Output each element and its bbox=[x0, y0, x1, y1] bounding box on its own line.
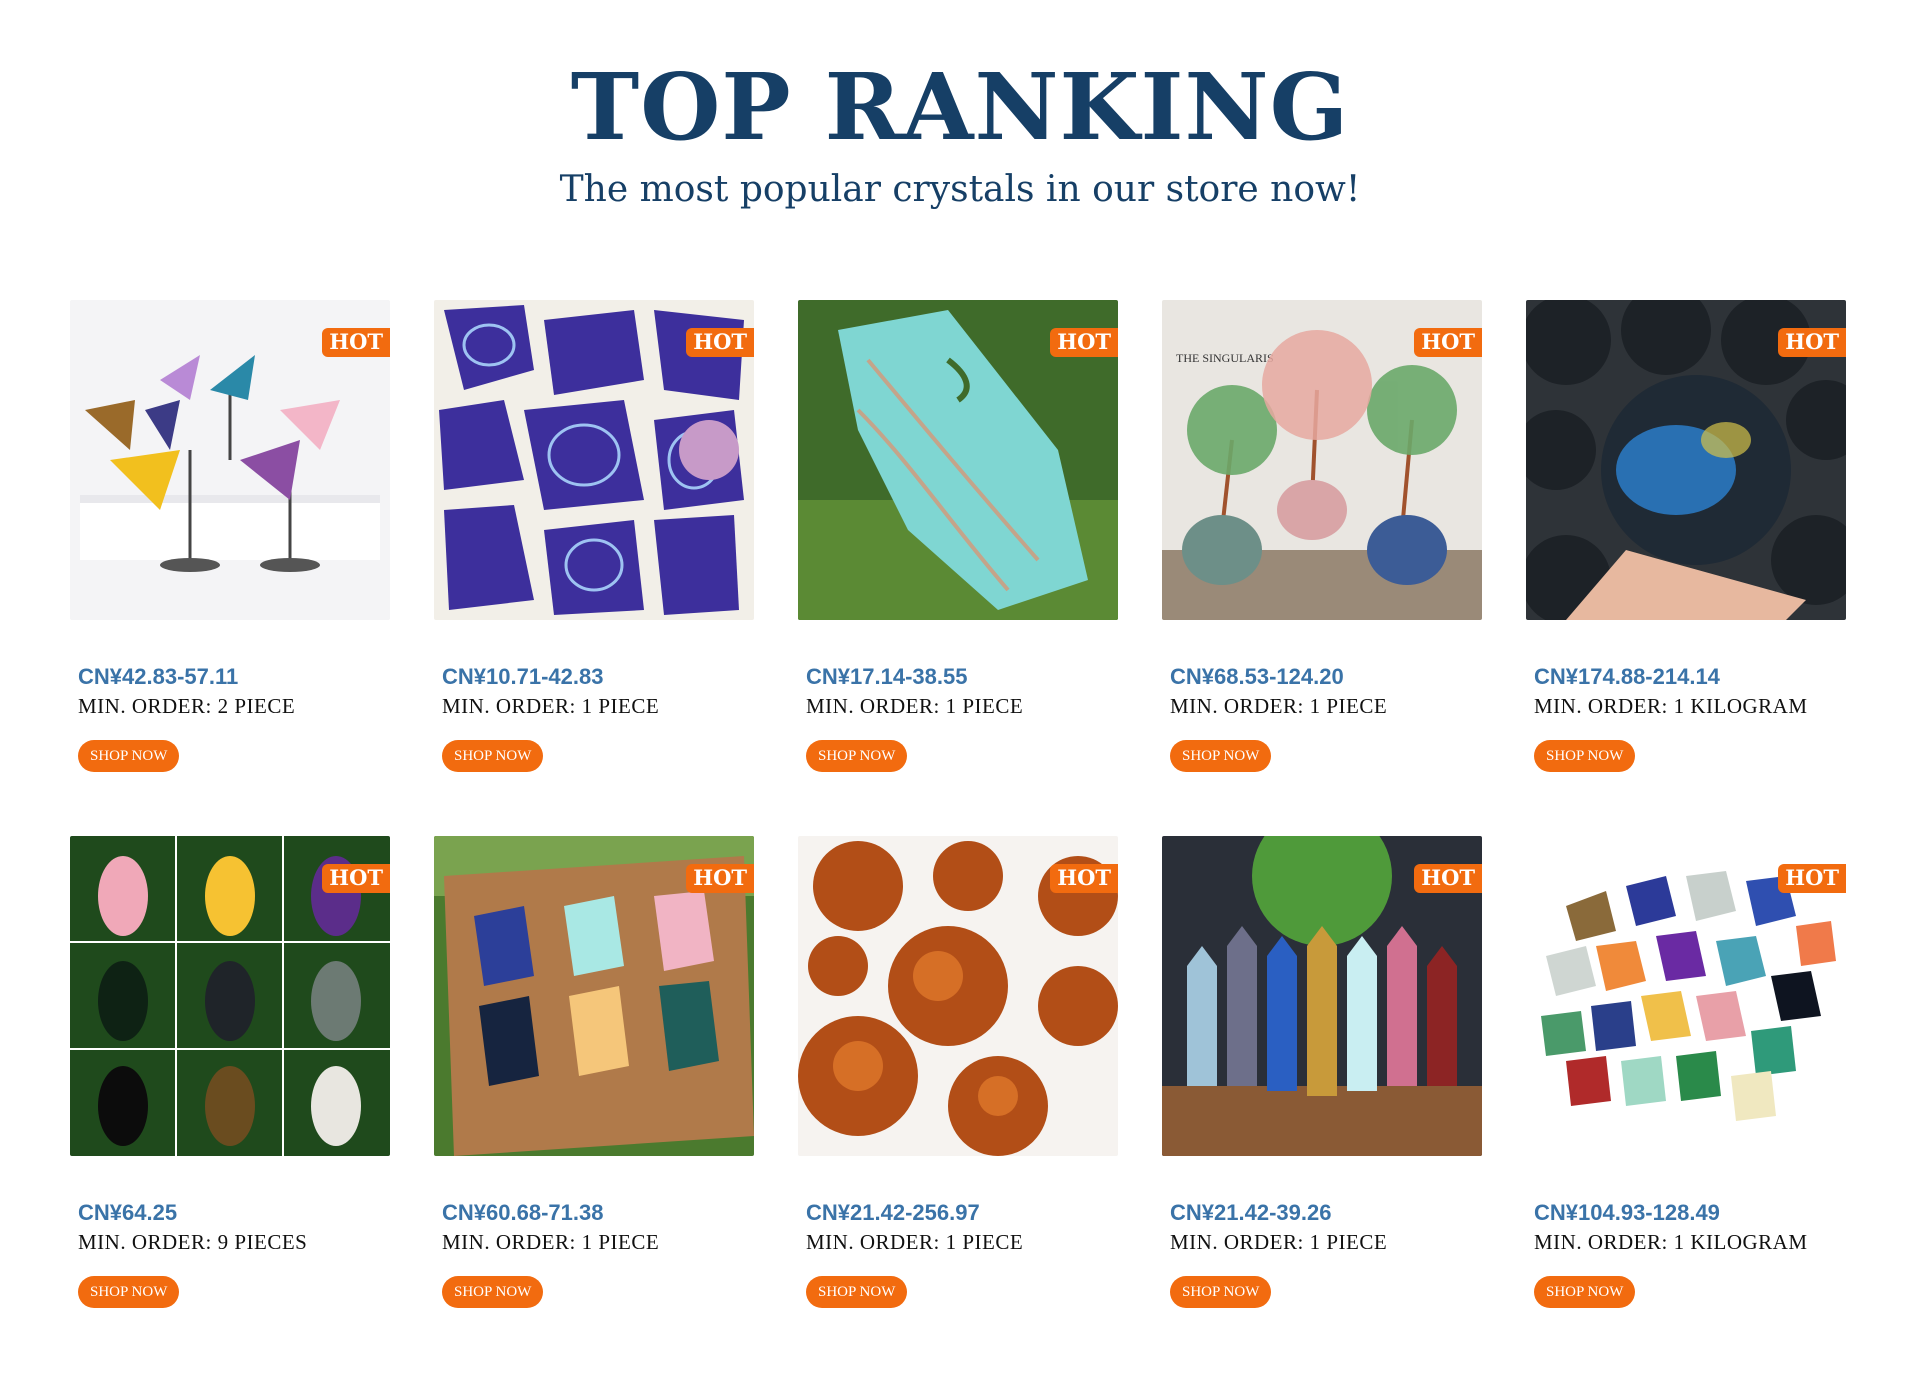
shop-now-button[interactable]: SHOP NOW bbox=[78, 740, 180, 772]
shop-now-button[interactable]: SHOP NOW bbox=[806, 740, 908, 772]
min-order: MIN. ORDER: 1 KILOGRAM bbox=[1534, 1230, 1808, 1254]
shop-now-button[interactable]: SHOP NOW bbox=[78, 1276, 180, 1308]
shop-now-button[interactable]: SHOP NOW bbox=[1534, 740, 1636, 772]
product-image-blue-aragonite[interactable]: HOT bbox=[798, 300, 1118, 620]
product-grid: HOT CN¥42.83-57.11 MIN. ORDER: 2 PIECE S… bbox=[70, 300, 1870, 1340]
product-card[interactable]: HOT CN¥10.71-42.83 MIN. ORDER: 1 PIECE S… bbox=[434, 300, 754, 836]
product-card[interactable]: HOT CN¥174.88-214.14 MIN. ORDER: 1 KILOG… bbox=[1526, 300, 1846, 836]
product-price: CN¥10.71-42.83 bbox=[442, 664, 604, 689]
product-price: CN¥104.93-128.49 bbox=[1534, 1200, 1720, 1225]
product-price: CN¥174.88-214.14 bbox=[1534, 664, 1720, 689]
product-image-aragonite-clusters[interactable]: HOT bbox=[798, 836, 1118, 1156]
hot-badge: HOT bbox=[1050, 864, 1118, 893]
product-image-rough-crystals[interactable]: HOT bbox=[1526, 836, 1846, 1156]
min-order: MIN. ORDER: 1 PIECE bbox=[1170, 694, 1388, 718]
product-card[interactable]: HOT CN¥17.14-38.55 MIN. ORDER: 1 PIECE S… bbox=[798, 300, 1118, 836]
product-card[interactable]: HOT CN¥21.42-39.26 MIN. ORDER: 1 PIECE S… bbox=[1162, 836, 1482, 1356]
shop-now-button[interactable]: SHOP NOW bbox=[1170, 1276, 1272, 1308]
hot-badge: HOT bbox=[322, 328, 390, 357]
shop-now-button[interactable]: SHOP NOW bbox=[1534, 1276, 1636, 1308]
product-price: CN¥17.14-38.55 bbox=[806, 664, 968, 689]
product-card[interactable]: THE SINGULARIS HOT CN¥68.53-124.20 MIN. … bbox=[1162, 300, 1482, 836]
product-price: CN¥21.42-256.97 bbox=[806, 1200, 980, 1225]
hot-badge: HOT bbox=[1778, 328, 1846, 357]
product-image-crystal-figurines[interactable]: HOT bbox=[70, 836, 390, 1156]
product-card[interactable]: HOT CN¥42.83-57.11 MIN. ORDER: 2 PIECE S… bbox=[70, 300, 390, 836]
hot-badge: HOT bbox=[1414, 864, 1482, 893]
min-order: MIN. ORDER: 1 PIECE bbox=[442, 694, 660, 718]
product-image-gem-trees[interactable]: THE SINGULARIS HOT bbox=[1162, 300, 1482, 620]
product-image-unicorn-heads[interactable]: HOT bbox=[434, 836, 754, 1156]
shop-now-button[interactable]: SHOP NOW bbox=[806, 1276, 908, 1308]
product-price: CN¥64.25 bbox=[78, 1200, 178, 1225]
hot-badge: HOT bbox=[1778, 864, 1846, 893]
product-price: CN¥42.83-57.11 bbox=[78, 664, 239, 689]
min-order: MIN. ORDER: 1 KILOGRAM bbox=[1534, 694, 1808, 718]
product-card[interactable]: HOT CN¥104.93-128.49 MIN. ORDER: 1 KILOG… bbox=[1526, 836, 1846, 1356]
product-image-blue-agate[interactable]: HOT bbox=[434, 300, 754, 620]
product-image-crystal-towers[interactable]: HOT bbox=[1162, 836, 1482, 1156]
min-order: MIN. ORDER: 2 PIECE bbox=[78, 694, 296, 718]
shop-now-button[interactable]: SHOP NOW bbox=[442, 1276, 544, 1308]
page-title: TOP RANKING bbox=[570, 53, 1350, 161]
hot-badge: HOT bbox=[686, 864, 754, 893]
min-order: MIN. ORDER: 1 PIECE bbox=[806, 1230, 1024, 1254]
hot-badge: HOT bbox=[686, 328, 754, 357]
hot-badge: HOT bbox=[322, 864, 390, 893]
min-order: MIN. ORDER: 9 PIECES bbox=[78, 1230, 308, 1254]
min-order: MIN. ORDER: 1 PIECE bbox=[442, 1230, 660, 1254]
hot-badge: HOT bbox=[1414, 328, 1482, 357]
product-price: CN¥21.42-39.26 bbox=[1170, 1200, 1332, 1225]
shop-now-button[interactable]: SHOP NOW bbox=[1170, 740, 1272, 772]
product-card[interactable]: HOT CN¥64.25 MIN. ORDER: 9 PIECES SHOP N… bbox=[70, 836, 390, 1356]
min-order: MIN. ORDER: 1 PIECE bbox=[806, 694, 1024, 718]
product-image-labradorite-spheres[interactable]: HOT bbox=[1526, 300, 1846, 620]
page-subtitle: The most popular crystals in our store n… bbox=[559, 169, 1361, 210]
product-card[interactable]: HOT CN¥60.68-71.38 MIN. ORDER: 1 PIECE S… bbox=[434, 836, 754, 1356]
product-card[interactable]: HOT CN¥21.42-256.97 MIN. ORDER: 1 PIECE … bbox=[798, 836, 1118, 1356]
product-price: CN¥60.68-71.38 bbox=[442, 1200, 604, 1225]
shop-now-button[interactable]: SHOP NOW bbox=[442, 740, 544, 772]
product-price: CN¥68.53-124.20 bbox=[1170, 664, 1344, 689]
product-image-butterfly-wings[interactable]: HOT bbox=[70, 300, 390, 620]
min-order: MIN. ORDER: 1 PIECE bbox=[1170, 1230, 1388, 1254]
image-caption: THE SINGULARIS bbox=[1176, 351, 1274, 365]
hot-badge: HOT bbox=[1050, 328, 1118, 357]
